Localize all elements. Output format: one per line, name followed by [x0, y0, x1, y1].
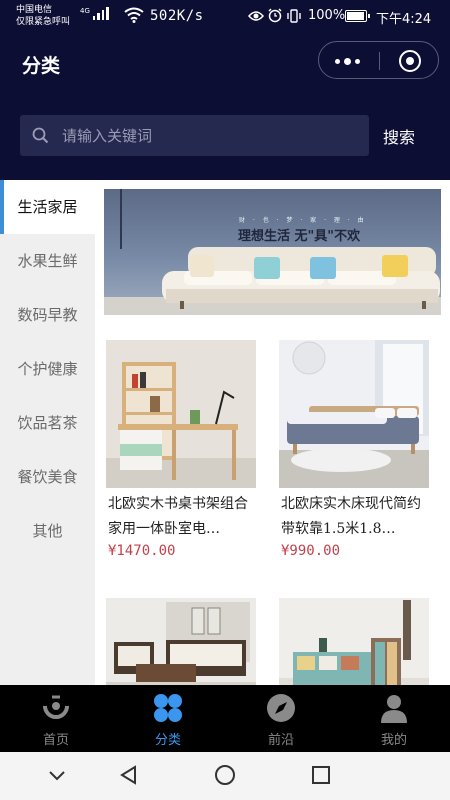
tab-bar: 首页 分类 前沿 我的 — [0, 685, 450, 752]
hide-keyboard-icon[interactable] — [46, 764, 68, 786]
search-box[interactable] — [20, 115, 369, 156]
sidebar-item-personal-care[interactable]: 个护健康 — [0, 342, 95, 396]
nav-bar: 分类 — [0, 34, 450, 94]
alarm-icon — [268, 8, 282, 23]
wifi-icon — [124, 7, 144, 23]
product-price: ¥990.00 — [281, 543, 341, 559]
search-icon — [32, 127, 49, 144]
sofa-image — [162, 247, 440, 309]
battery-percent: 100% — [308, 8, 346, 23]
product-price: ¥1470.00 — [108, 543, 176, 559]
sidebar-item-other[interactable]: 其他 — [0, 504, 95, 558]
category-content: 财 · 也 · 梦 · 家 · 理 · 由 理想生活 无"具"不欢 北欧实木书桌… — [95, 180, 450, 685]
sidebar-item-fresh-fruit[interactable]: 水果生鲜 — [0, 234, 95, 288]
product-image-bed — [279, 340, 429, 488]
tab-frontier[interactable]: 前沿 — [225, 685, 337, 752]
tab-mine[interactable]: 我的 — [338, 685, 450, 752]
carrier-status: 仅限紧急呼叫 — [16, 17, 71, 27]
vibrate-icon — [287, 8, 301, 23]
compass-icon — [267, 694, 295, 722]
home-smile-icon — [43, 695, 69, 719]
sidebar-item-digital-education[interactable]: 数码早教 — [0, 288, 95, 342]
system-nav-bar — [0, 752, 450, 800]
tab-category[interactable]: 分类 — [112, 685, 224, 752]
product-image-cabinet — [279, 598, 429, 685]
network-type: 4G — [80, 7, 90, 15]
status-time: 下午4:24 — [376, 12, 432, 27]
search-input[interactable] — [62, 115, 352, 156]
page-title: 分类 — [22, 55, 61, 77]
search-button[interactable]: 搜索 — [383, 124, 415, 148]
search-bar: 搜索 — [0, 94, 450, 180]
carrier-info: 中国电信 仅限紧急呼叫 — [16, 4, 70, 28]
more-menu-button[interactable] — [335, 58, 360, 65]
product-image-desk — [106, 340, 256, 488]
eye-icon — [248, 10, 264, 21]
sidebar-item-living-home[interactable]: 生活家居 — [0, 180, 95, 234]
status-icons — [248, 8, 302, 23]
tab-mine-label: 我的 — [380, 733, 407, 748]
sidebar-item-food[interactable]: 餐饮美食 — [0, 450, 95, 504]
product-name: 北欧床实木床现代简约带软靠1.5米1.8… — [281, 496, 421, 537]
network-speed: 502K/s — [150, 8, 204, 24]
battery-icon — [345, 10, 370, 22]
tab-frontier-label: 前沿 — [267, 733, 294, 748]
sidebar-item-drinks-tea[interactable]: 饮品茗茶 — [0, 396, 95, 450]
person-icon — [381, 695, 407, 723]
category-banner[interactable]: 财 · 也 · 梦 · 家 · 理 · 由 理想生活 无"具"不欢 — [104, 189, 441, 315]
category-grid-icon — [154, 694, 182, 722]
capsule-divider — [379, 52, 380, 70]
carrier-name: 中国电信 — [16, 5, 53, 15]
signal-icon: 4G — [80, 7, 109, 20]
close-miniprogram-button[interactable] — [399, 50, 421, 72]
tab-category-label: 分类 — [154, 733, 181, 748]
tab-home[interactable]: 首页 — [0, 685, 112, 752]
recents-icon[interactable] — [310, 764, 332, 786]
tab-home-label: 首页 — [42, 733, 69, 748]
miniprogram-capsule — [318, 41, 439, 79]
category-sidebar: 生活家居 水果生鲜 数码早教 个护健康 饮品茗茶 餐饮美食 其他 — [0, 180, 95, 685]
status-bar: 中国电信 仅限紧急呼叫 4G 502K/s 100% 下午4:24 — [0, 0, 450, 34]
product-name: 北欧实木书桌书架组合家用一体卧室电… — [108, 496, 248, 537]
back-icon[interactable] — [118, 764, 140, 786]
home-icon[interactable] — [214, 764, 236, 786]
product-image-sofa-set — [106, 598, 256, 685]
